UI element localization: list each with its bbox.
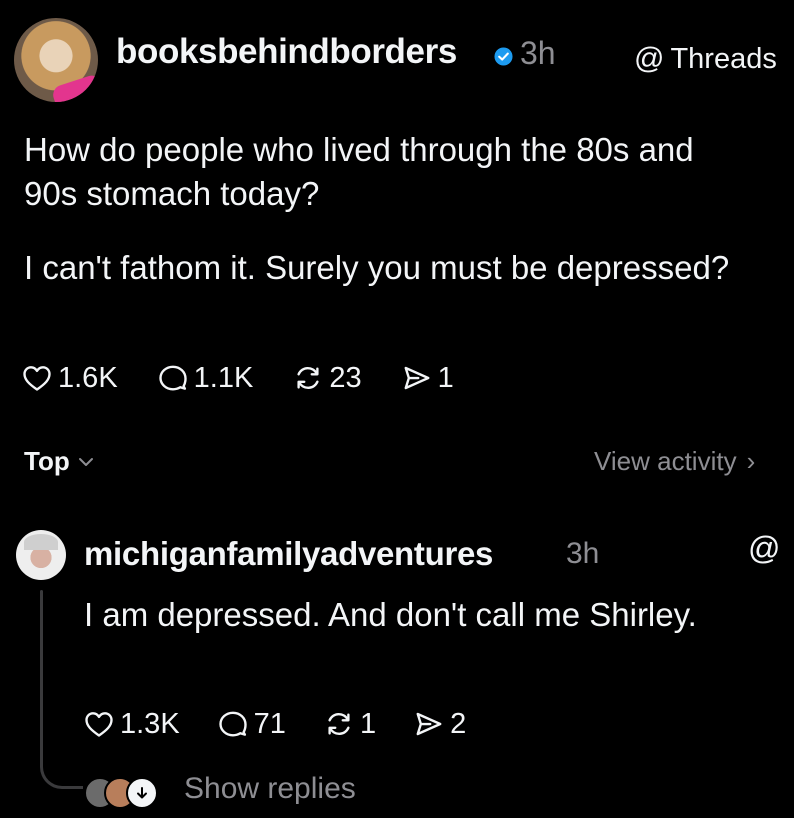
reply-share-count: 2	[450, 707, 467, 740]
threads-logo-icon: @	[634, 42, 665, 75]
post-actions: 1.6K 1.1K 23 1	[22, 358, 494, 398]
repost-icon	[328, 713, 350, 735]
repost-icon	[297, 367, 319, 389]
arrow-down-icon	[126, 777, 158, 809]
reply-timestamp: 3h	[566, 537, 600, 570]
share-icon	[404, 366, 430, 390]
reply-like-count: 1.3K	[120, 707, 180, 740]
thread-connector-line	[40, 590, 43, 750]
replier-avatars	[84, 777, 174, 809]
post-timestamp: 3h	[520, 35, 556, 71]
reply-author-avatar[interactable]	[16, 530, 66, 580]
post-text-paragraph-2: I can't fathom it. Surely you must be de…	[24, 249, 730, 286]
author-username[interactable]: booksbehindborders	[116, 32, 457, 72]
sort-label: Top	[24, 446, 70, 476]
repost-count: 23	[329, 361, 362, 394]
threads-logo-icon[interactable]: @	[748, 532, 780, 564]
reply-text: I am depressed. And don't call me Shirle…	[84, 596, 697, 633]
chevron-down-icon	[78, 457, 93, 466]
share-button[interactable]: 1	[402, 362, 454, 395]
like-button[interactable]: 1.6K	[22, 362, 118, 395]
repost-button[interactable]: 23	[293, 361, 362, 395]
reply-like-button[interactable]: 1.3K	[84, 708, 180, 741]
reply-comment-button[interactable]: 71	[218, 708, 286, 741]
reply-actions: 1.3K 71 1 2	[84, 704, 504, 744]
like-count: 1.6K	[58, 361, 118, 394]
author-avatar[interactable]	[14, 18, 98, 102]
verified-badge-icon	[494, 47, 513, 66]
reply-comment-count: 71	[253, 707, 286, 740]
comment-icon	[158, 365, 187, 391]
post-text-paragraph-1: How do people who lived through the 80s …	[24, 131, 694, 212]
view-activity-link[interactable]: View activity ›	[594, 446, 755, 477]
threads-app-link[interactable]: @ Threads	[634, 40, 777, 78]
comment-count: 1.1K	[193, 361, 254, 394]
view-activity-label: View activity	[594, 446, 737, 476]
reply-author-username[interactable]: michiganfamilyadventures	[84, 535, 493, 573]
threads-label: Threads	[670, 42, 777, 75]
thread-connector-curve	[40, 740, 83, 789]
reply-share-button[interactable]: 2	[414, 708, 466, 741]
sort-dropdown[interactable]: Top	[24, 446, 94, 477]
reply-repost-count: 1	[359, 707, 377, 740]
share-icon	[416, 712, 442, 736]
reply-repost-button[interactable]: 1	[324, 708, 376, 741]
show-replies-link[interactable]: Show replies	[184, 772, 356, 806]
heart-icon	[23, 366, 51, 391]
comment-button[interactable]: 1.1K	[158, 361, 254, 395]
heart-icon	[85, 712, 113, 737]
chevron-right-icon: ›	[746, 446, 756, 476]
comment-icon	[218, 711, 247, 737]
share-count: 1	[437, 361, 454, 394]
